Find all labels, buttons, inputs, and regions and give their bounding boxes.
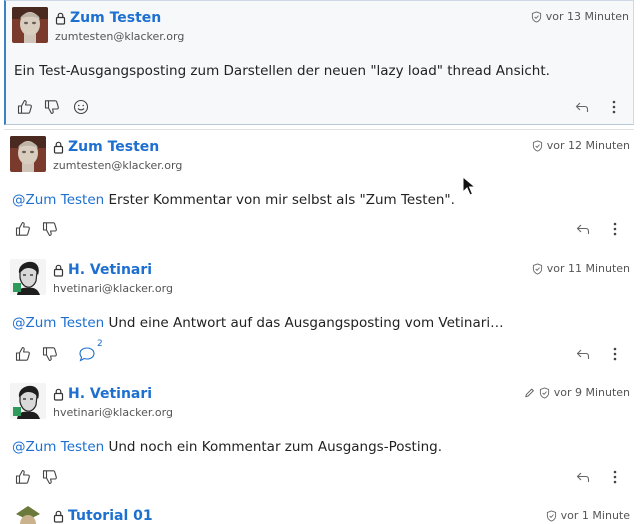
post-actions — [16, 98, 629, 116]
shield-icon — [532, 263, 543, 275]
post-meta: vor 13 Minuten — [531, 10, 629, 23]
post-actions — [14, 220, 630, 238]
author-handle: zumtesten@klacker.org — [53, 159, 182, 172]
lock-icon — [55, 12, 66, 25]
comment: H. Vetinari hvetinari@klacker.org vor 11… — [4, 253, 634, 371]
reply-icon[interactable] — [574, 220, 592, 238]
author-handle: hvetinari@klacker.org — [53, 406, 173, 419]
avatar-vetinari — [10, 383, 46, 419]
comment: H. Vetinari hvetinari@klacker.org vor 9 … — [4, 377, 634, 494]
reply-icon[interactable] — [573, 98, 591, 116]
thumbs-down-icon[interactable] — [41, 220, 59, 238]
emoji-reaction-icon[interactable] — [72, 98, 90, 116]
comment-icon[interactable] — [78, 345, 96, 363]
post-body: @Zum Testen Erster Kommentar von mir sel… — [12, 192, 455, 208]
shield-icon — [546, 510, 557, 522]
shield-icon — [539, 387, 550, 399]
post-body: @Zum Testen Und noch ein Kommentar zum A… — [12, 439, 442, 455]
post-time[interactable]: vor 13 Minuten — [546, 10, 629, 23]
avatar[interactable] — [10, 502, 46, 524]
post-text: Und noch ein Kommentar zum Ausgangs-Post… — [104, 439, 442, 455]
post-meta: vor 12 Minuten — [532, 139, 630, 152]
post-body: @Zum Testen Und eine Antwort auf das Aus… — [12, 315, 504, 331]
shield-icon — [531, 11, 542, 23]
post-text: Und eine Antwort auf das Ausgangsposting… — [104, 315, 503, 331]
lock-icon — [53, 510, 64, 523]
author-handle: hvetinari@klacker.org — [53, 282, 173, 295]
mention-link[interactable]: @Zum Testen — [12, 315, 104, 331]
thumbs-down-icon[interactable] — [41, 345, 59, 363]
thread: Zum Testen zumtesten@klacker.org vor 13 … — [4, 0, 634, 524]
post-meta: vor 9 Minuten — [524, 386, 630, 399]
post-text: Ein Test-Ausgangsposting zum Darstellen … — [14, 63, 550, 79]
avatar-zum-testen — [10, 136, 46, 172]
author-name[interactable]: Zum Testen — [68, 139, 159, 155]
comment: Tutorial 01 vor 1 Minute — [4, 500, 634, 524]
author-name[interactable]: H. Vetinari — [68, 262, 152, 278]
lock-icon — [53, 141, 64, 154]
post-time[interactable]: vor 12 Minuten — [547, 139, 630, 152]
avatar-tutorial — [10, 502, 46, 524]
more-options-icon[interactable] — [606, 220, 624, 238]
lock-icon — [53, 264, 64, 277]
pencil-icon — [524, 387, 535, 399]
avatar[interactable] — [12, 7, 48, 43]
post-time[interactable]: vor 9 Minuten — [554, 386, 630, 399]
more-options-icon[interactable] — [606, 345, 624, 363]
mouse-cursor — [462, 176, 476, 196]
more-options-icon[interactable] — [605, 98, 623, 116]
mention-link[interactable]: @Zum Testen — [12, 439, 104, 455]
avatar[interactable] — [10, 136, 46, 172]
post-text: Erster Kommentar von mir selbst als "Zum… — [104, 192, 455, 208]
main-post: Zum Testen zumtesten@klacker.org vor 13 … — [4, 0, 634, 125]
post-time[interactable]: vor 1 Minute — [561, 509, 630, 522]
thumbs-up-icon[interactable] — [16, 98, 34, 116]
author-name[interactable]: Zum Testen — [70, 10, 161, 26]
avatar-zum-testen — [12, 7, 48, 43]
reply-icon[interactable] — [574, 345, 592, 363]
post-body: Ein Test-Ausgangsposting zum Darstellen … — [14, 63, 550, 79]
thumbs-up-icon[interactable] — [14, 220, 32, 238]
author-handle: zumtesten@klacker.org — [55, 30, 184, 43]
avatar[interactable] — [10, 259, 46, 295]
avatar-vetinari — [10, 259, 46, 295]
shield-icon — [532, 140, 543, 152]
comment-count[interactable]: 2 — [97, 339, 103, 349]
author-name[interactable]: H. Vetinari — [68, 386, 152, 402]
avatar[interactable] — [10, 383, 46, 419]
more-options-icon[interactable] — [606, 468, 624, 486]
mention-link[interactable]: @Zum Testen — [12, 192, 104, 208]
comment: Zum Testen zumtesten@klacker.org vor 12 … — [4, 129, 634, 246]
thumbs-down-icon[interactable] — [41, 468, 59, 486]
post-time[interactable]: vor 11 Minuten — [547, 262, 630, 275]
post-meta: vor 11 Minuten — [532, 262, 630, 275]
post-actions — [14, 468, 630, 486]
reply-icon[interactable] — [574, 468, 592, 486]
post-actions: 2 — [14, 345, 630, 363]
author-name[interactable]: Tutorial 01 — [68, 508, 153, 524]
thumbs-up-icon[interactable] — [14, 468, 32, 486]
post-meta: vor 1 Minute — [546, 509, 630, 522]
lock-icon — [53, 388, 64, 401]
thumbs-down-icon[interactable] — [43, 98, 61, 116]
thumbs-up-icon[interactable] — [14, 345, 32, 363]
